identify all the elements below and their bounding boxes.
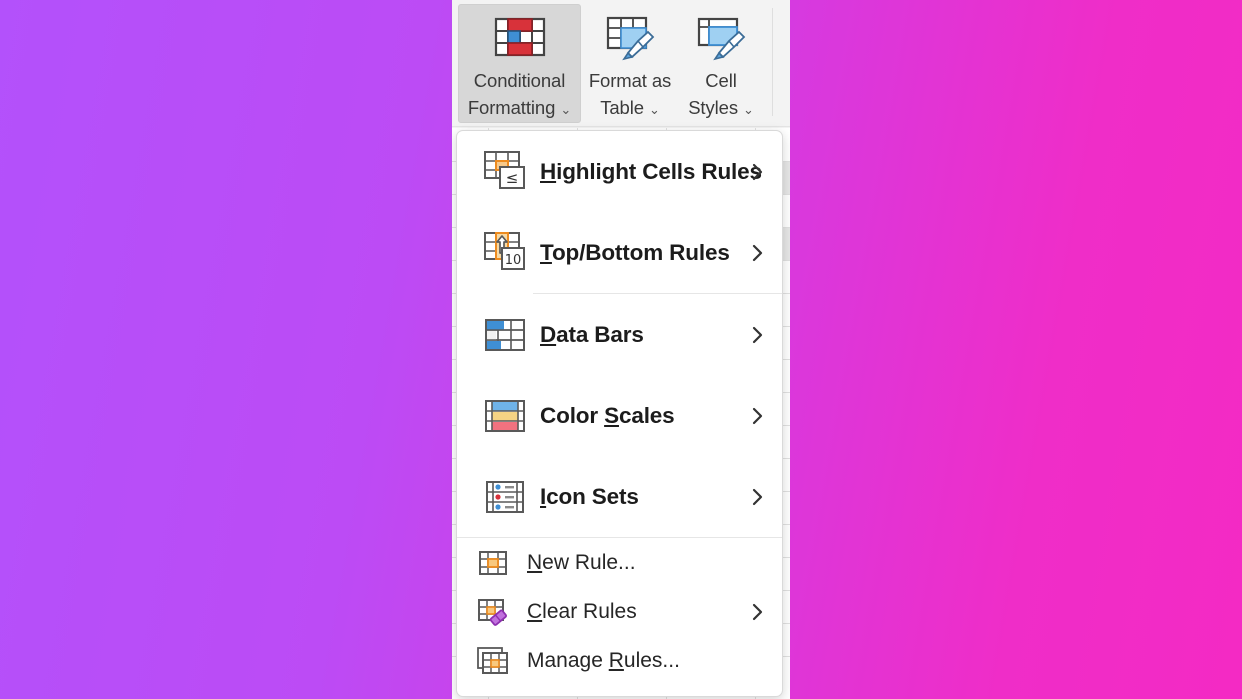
accel-key: T xyxy=(540,239,552,265)
cell-styles-button[interactable]: Cell Styles ⌄ xyxy=(678,4,764,123)
menu-item-highlight-cells-rules[interactable]: ≤ Highlight Cells Rules xyxy=(457,131,782,212)
chevron-right-icon[interactable] xyxy=(752,325,764,345)
clear-rules-icon xyxy=(473,596,513,628)
menu-item-manage-rules[interactable]: Manage Rules... xyxy=(457,636,782,685)
manage-rules-icon xyxy=(473,645,513,677)
menu-item-clear-rules[interactable]: Clear Rules xyxy=(457,587,782,636)
label-rest: cales xyxy=(618,402,675,428)
cell-styles-icon xyxy=(695,12,747,61)
chevron-right-icon[interactable] xyxy=(752,243,764,263)
menu-item-new-rule[interactable]: New Rule... xyxy=(457,538,782,587)
label-rest: ata Bars xyxy=(556,321,644,347)
cs-label-line1: Cell xyxy=(705,70,737,91)
menu-label-data-bars: Data Bars xyxy=(540,322,644,348)
label-rest: lear Rules xyxy=(542,599,637,623)
label-pre: Color xyxy=(540,402,605,428)
excel-window: Conditional Formatting ⌄ Format as Table… xyxy=(452,0,790,699)
conditional-formatting-button[interactable]: Conditional Formatting ⌄ xyxy=(458,4,581,123)
fat-label-line2: Table xyxy=(600,97,644,118)
menu-item-color-scales[interactable]: Color Scales xyxy=(457,375,782,456)
top-bottom-rules-icon: 10 xyxy=(482,231,528,275)
label-rest: ighlight Cells Rules xyxy=(556,158,762,184)
cell-styles-label: Cell Styles ⌄ xyxy=(688,67,754,123)
ribbon-group-divider xyxy=(772,8,773,116)
menu-item-icon-sets[interactable]: Icon Sets xyxy=(457,456,782,537)
label-rest: op/Bottom Rules xyxy=(551,239,730,265)
svg-text:10: 10 xyxy=(505,253,522,268)
cf-label-line1: Conditional xyxy=(473,70,566,91)
accel-key: S xyxy=(604,402,619,428)
chevron-right-icon[interactable] xyxy=(752,487,764,507)
accel-key: D xyxy=(540,321,557,347)
menu-item-top-bottom-rules[interactable]: 10 Top/Bottom Rules xyxy=(457,212,782,293)
menu-label-new-rule: New Rule... xyxy=(527,551,636,575)
chevron-down-icon[interactable]: ⌄ xyxy=(560,102,571,117)
fat-label-line1: Format as xyxy=(588,70,672,91)
cf-label-line2: Formatting xyxy=(467,97,556,118)
format-as-table-icon xyxy=(604,12,656,61)
accel-key: N xyxy=(527,550,543,574)
label-pre: Manage xyxy=(527,648,609,672)
ribbon-styles-group: Conditional Formatting ⌄ Format as Table… xyxy=(452,0,790,127)
menu-label-manage-rules: Manage Rules... xyxy=(527,649,680,673)
menu-label-color-scales: Color Scales xyxy=(540,403,675,429)
chevron-down-icon[interactable]: ⌄ xyxy=(743,102,754,117)
menu-label-highlight-cells-rules: Highlight Cells Rules xyxy=(540,159,762,185)
format-as-table-label: Format as Table ⌄ xyxy=(589,67,671,123)
menu-item-data-bars[interactable]: Data Bars xyxy=(457,294,782,375)
highlight-cells-rules-icon: ≤ xyxy=(482,150,528,194)
accel-key: R xyxy=(608,648,624,672)
chevron-right-icon[interactable] xyxy=(752,162,764,182)
data-bars-icon xyxy=(482,313,528,357)
color-scales-icon xyxy=(482,394,528,438)
cs-label-line2: Styles xyxy=(688,97,738,118)
chevron-right-icon[interactable] xyxy=(752,406,764,426)
menu-label-top-bottom-rules: Top/Bottom Rules xyxy=(540,240,730,266)
menu-label-clear-rules: Clear Rules xyxy=(527,600,637,624)
label-rest: con Sets xyxy=(546,483,639,509)
chevron-right-icon[interactable] xyxy=(752,602,764,622)
conditional-formatting-icon xyxy=(492,13,548,61)
conditional-formatting-label: Conditional Formatting ⌄ xyxy=(468,67,571,123)
conditional-formatting-menu: ≤ Highlight Cells Rules 10 Top/Bottom Ru… xyxy=(456,130,783,697)
new-rule-icon xyxy=(473,547,513,579)
menu-label-icon-sets: Icon Sets xyxy=(540,484,639,510)
icon-sets-icon xyxy=(482,475,528,519)
format-as-table-button[interactable]: Format as Table ⌄ xyxy=(586,4,674,123)
label-rest: ew Rule... xyxy=(542,550,636,574)
svg-text:≤: ≤ xyxy=(506,169,519,187)
label-rest: ules... xyxy=(623,648,680,672)
accel-key: H xyxy=(540,158,557,184)
accel-key: C xyxy=(527,599,543,623)
chevron-down-icon[interactable]: ⌄ xyxy=(649,102,660,117)
